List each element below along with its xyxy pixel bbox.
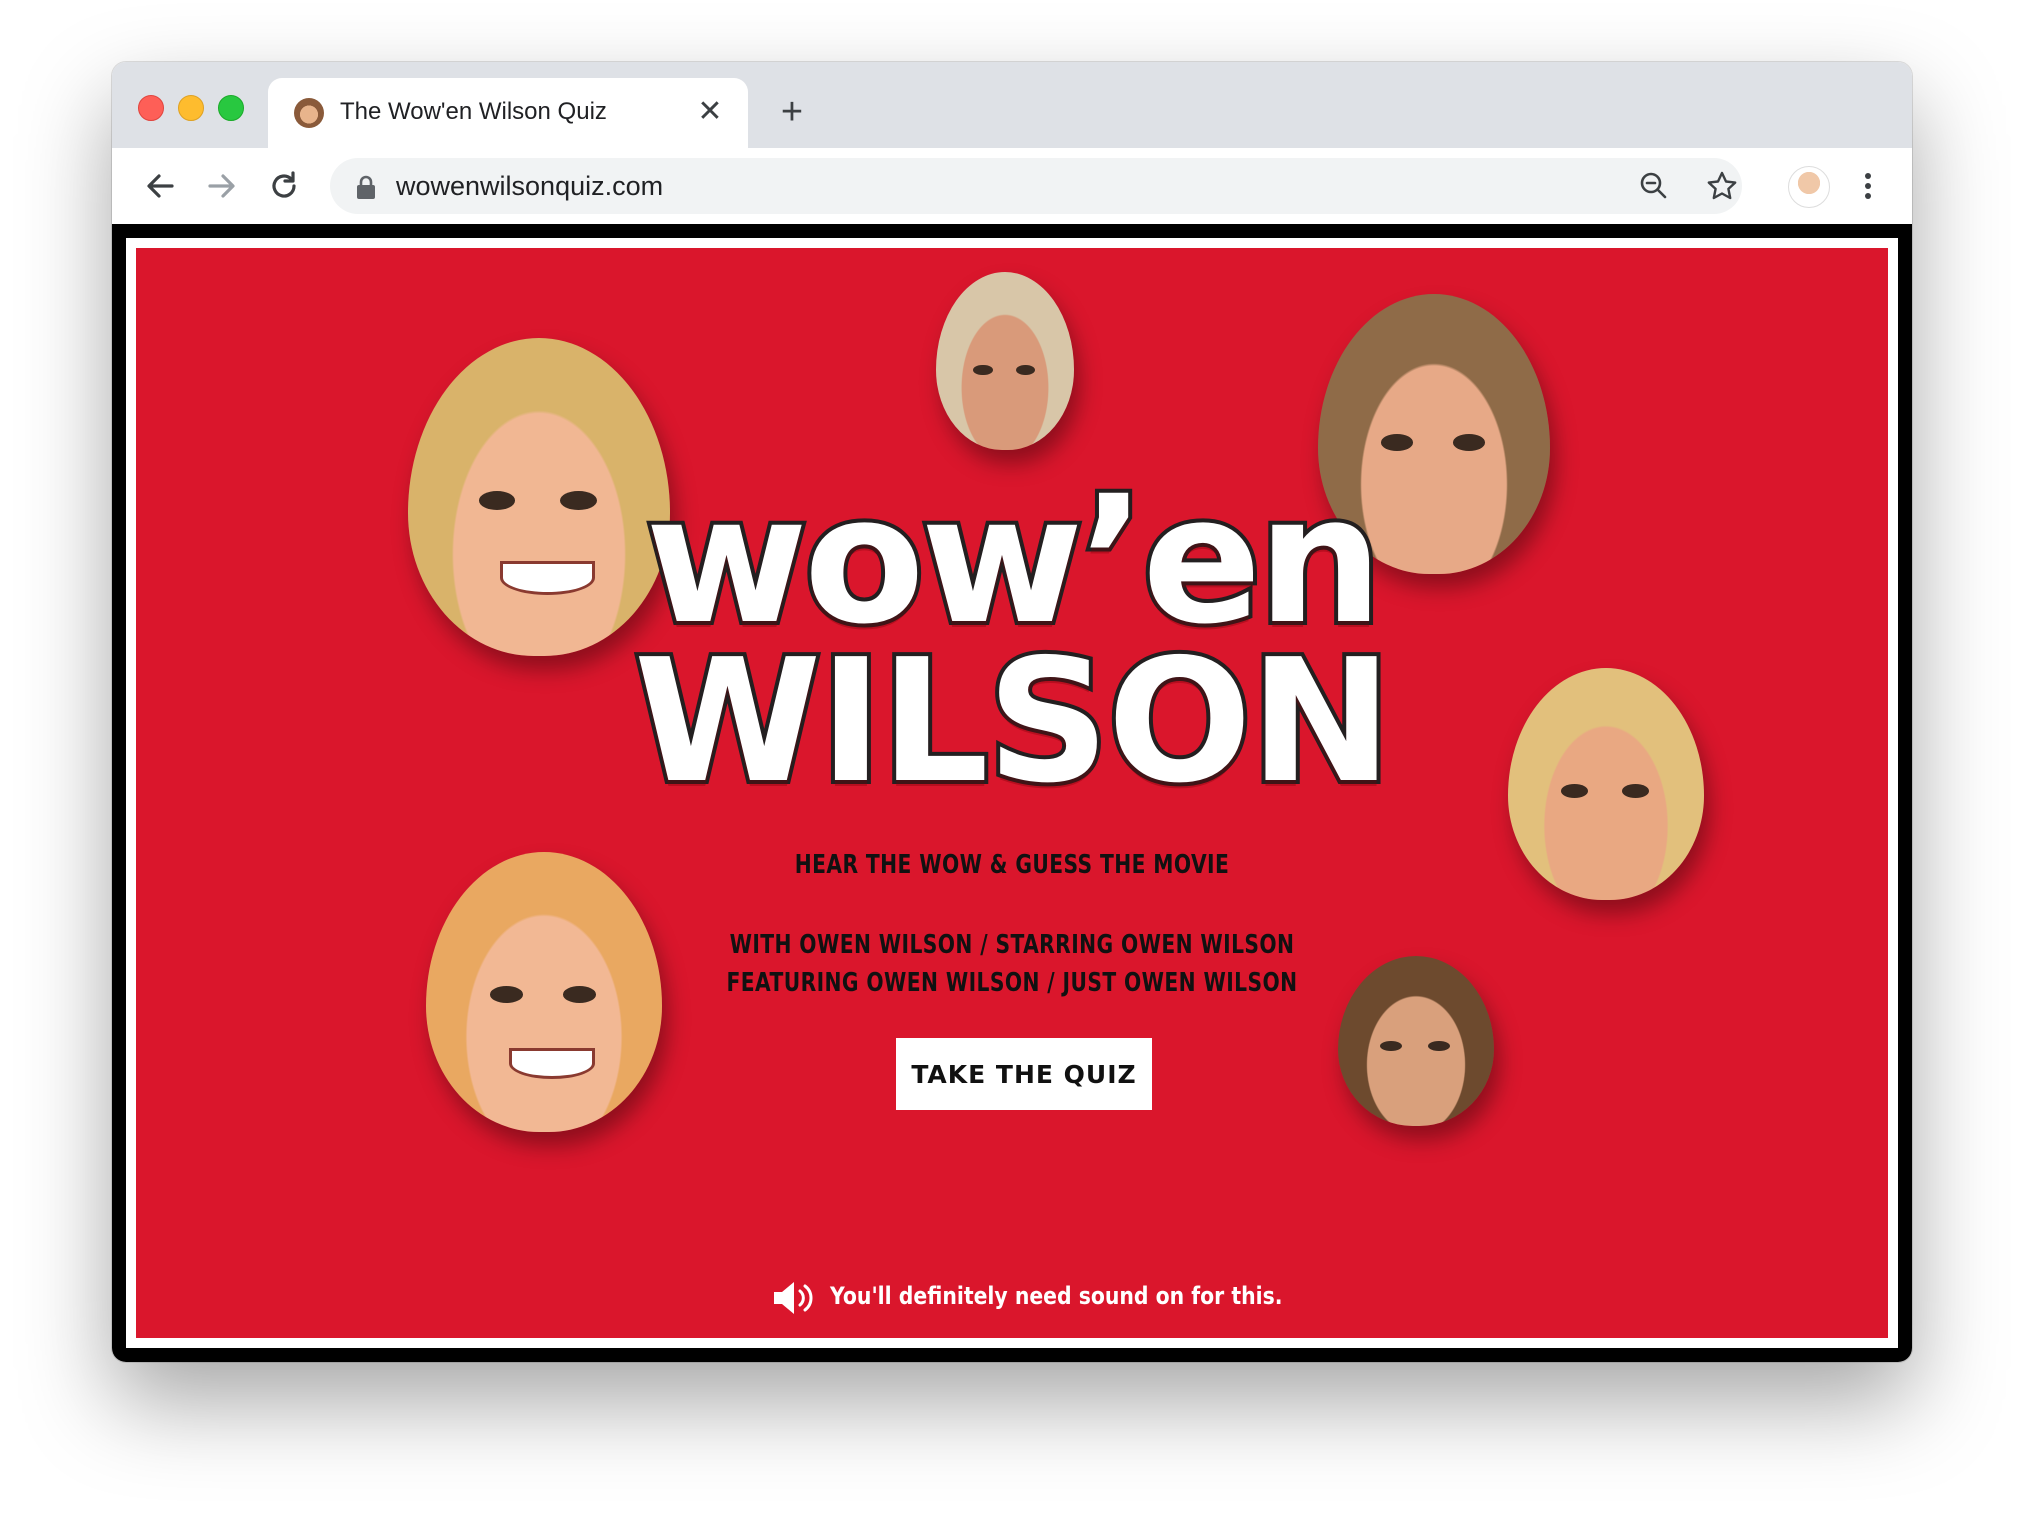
maximize-window-button[interactable] bbox=[218, 95, 244, 121]
browser-window: The Wow'en Wilson Quiz ✕ + wowenwilsonqu… bbox=[112, 62, 1912, 1362]
back-arrow-icon[interactable] bbox=[140, 166, 180, 206]
forward-arrow-icon[interactable] bbox=[202, 166, 242, 206]
browser-toolbar: wowenwilsonquiz.com bbox=[112, 148, 1912, 225]
credits-line-2: FEATURING OWEN WILSON / JUST OWEN WILSON bbox=[726, 968, 1298, 998]
tab-close-icon[interactable]: ✕ bbox=[694, 96, 726, 128]
close-window-button[interactable] bbox=[138, 95, 164, 121]
tagline: HEAR THE WOW & GUESS THE MOVIE bbox=[794, 850, 1230, 880]
lock-icon bbox=[357, 175, 375, 199]
zoom-icon[interactable] bbox=[1636, 168, 1672, 204]
hero-panel: wow’en WILSON HEAR THE WOW & GUESS THE M… bbox=[136, 248, 1888, 1338]
url-text: wowenwilsonquiz.com bbox=[396, 171, 664, 201]
tab-bar: The Wow'en Wilson Quiz ✕ + bbox=[112, 62, 1912, 148]
page-viewport: wow’en WILSON HEAR THE WOW & GUESS THE M… bbox=[112, 224, 1912, 1362]
credits-text: WITH OWEN WILSON / STARRING OWEN WILSON … bbox=[329, 926, 1696, 1002]
profile-avatar[interactable] bbox=[1788, 166, 1830, 208]
credits-line-1: WITH OWEN WILSON / STARRING OWEN WILSON bbox=[729, 930, 1295, 960]
tab-title: The Wow'en Wilson Quiz bbox=[340, 98, 607, 125]
page-frame: wow’en WILSON HEAR THE WOW & GUESS THE M… bbox=[126, 238, 1898, 1348]
menu-dots-icon[interactable] bbox=[1848, 166, 1888, 206]
new-tab-button[interactable]: + bbox=[772, 92, 812, 132]
tab-active[interactable]: The Wow'en Wilson Quiz ✕ bbox=[268, 78, 748, 148]
star-icon[interactable] bbox=[1704, 168, 1740, 204]
logo-title-line2: WILSON bbox=[630, 619, 1396, 825]
take-quiz-button[interactable]: TAKE THE QUIZ bbox=[896, 1038, 1152, 1110]
face-image-top-center bbox=[936, 272, 1074, 450]
speaker-icon bbox=[774, 1282, 813, 1314]
sound-notice-text: You'll definitely need sound on for this… bbox=[830, 1282, 1283, 1310]
reload-icon[interactable] bbox=[264, 166, 304, 206]
address-bar[interactable]: wowenwilsonquiz.com bbox=[330, 158, 1742, 214]
tab-favicon-icon bbox=[294, 98, 324, 128]
minimize-window-button[interactable] bbox=[178, 95, 204, 121]
